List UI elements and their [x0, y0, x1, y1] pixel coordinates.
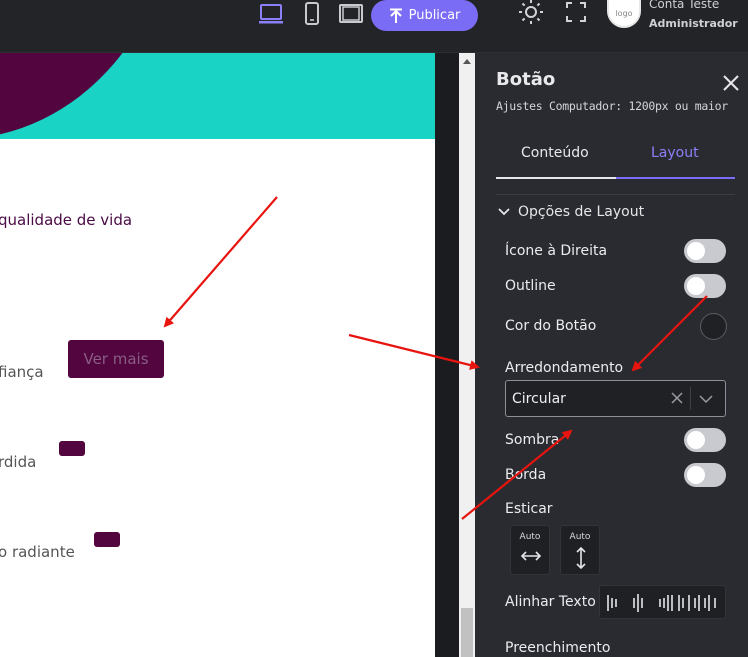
icon-right-toggle[interactable]	[684, 239, 726, 263]
preview-text-quality: qualidade de vida	[0, 211, 133, 229]
rounding-label: Arredondamento	[505, 360, 624, 376]
outline-toggle[interactable]	[684, 274, 726, 298]
section-title: Opções de Layout	[518, 204, 645, 220]
publish-button[interactable]: Publicar	[371, 0, 478, 31]
laptop-icon[interactable]	[258, 2, 284, 26]
icon-right-label: Ícone à Direita	[505, 243, 608, 259]
clear-icon[interactable]	[670, 391, 684, 405]
select-separator	[690, 387, 691, 410]
preview-text-trust: fiança	[0, 363, 44, 381]
align-right-icon	[659, 595, 673, 611]
chevron-down-icon	[498, 208, 510, 216]
border-label: Borda	[505, 467, 547, 483]
small-button[interactable]	[94, 532, 120, 547]
align-left-icon	[607, 595, 617, 611]
ver-mais-button[interactable]: Ver mais	[68, 340, 164, 378]
close-icon[interactable]	[721, 73, 741, 93]
stretch-v-auto: Auto	[569, 532, 591, 542]
rounding-select[interactable]: Circular	[505, 380, 726, 417]
tab-active-indicator	[616, 177, 735, 179]
rounding-value: Circular	[512, 391, 566, 407]
account-role: Administrador	[649, 17, 738, 30]
scroll-up-icon[interactable]	[463, 59, 471, 64]
hero-shape	[0, 53, 178, 139]
align-icons	[607, 594, 716, 612]
avatar-logo: logo	[615, 8, 633, 18]
chevron-down-icon[interactable]	[699, 392, 713, 406]
stretch-vertical-button[interactable]: Auto	[560, 525, 600, 575]
stretch-h-auto: Auto	[519, 532, 541, 542]
tablet-icon[interactable]	[338, 2, 364, 26]
top-toolbar: Publicar logo Conta Teste Administrador	[0, 0, 748, 53]
upload-icon	[389, 8, 402, 23]
sun-icon[interactable]	[518, 0, 544, 24]
fullscreen-icon[interactable]	[563, 0, 589, 24]
preview-scrollbar[interactable]	[459, 53, 475, 657]
button-color-picker[interactable]	[700, 313, 727, 340]
align-center-icon	[633, 594, 643, 612]
stretch-horizontal-button[interactable]: Auto	[510, 525, 550, 575]
tab-layout[interactable]: Layout	[651, 145, 699, 161]
avatar[interactable]: logo	[607, 0, 641, 28]
arrows-horizontal-icon	[520, 551, 542, 561]
hero-banner	[0, 53, 435, 139]
border-toggle[interactable]	[684, 463, 726, 487]
ver-mais-label: Ver mais	[83, 350, 149, 368]
align-text-label: Alinhar Texto	[505, 594, 596, 610]
outline-label: Outline	[505, 278, 556, 294]
preview-text-radiant: o radiante	[0, 543, 75, 561]
account-name: Conta Teste	[649, 0, 720, 11]
small-button[interactable]	[59, 441, 85, 456]
shadow-label: Sombra	[505, 432, 560, 448]
settings-panel: Botão Ajustes Computador: 1200px ou maio…	[475, 53, 748, 657]
scroll-thumb[interactable]	[461, 608, 473, 657]
layout-options-header[interactable]: Opções de Layout	[498, 204, 644, 220]
panel-subtitle: Ajustes Computador: 1200px ou maior	[496, 99, 728, 113]
arrows-vertical-icon	[576, 546, 586, 570]
panel-title: Botão	[496, 69, 556, 90]
align-text-control[interactable]	[599, 585, 726, 619]
align-justify-icon	[678, 595, 716, 611]
button-color-label: Cor do Botão	[505, 318, 597, 334]
publish-label: Publicar	[408, 8, 461, 23]
shadow-toggle[interactable]	[684, 428, 726, 452]
preview-text-lost: rdida	[0, 453, 37, 471]
mobile-icon[interactable]	[299, 2, 325, 26]
divider	[496, 194, 735, 195]
padding-label: Preenchimento	[505, 640, 611, 656]
stretch-label: Esticar	[505, 501, 553, 517]
tab-content[interactable]: Conteúdo	[521, 145, 589, 161]
canvas-gutter	[435, 53, 459, 657]
page-preview: qualidade de vida fiança Ver mais rdida …	[0, 53, 435, 657]
